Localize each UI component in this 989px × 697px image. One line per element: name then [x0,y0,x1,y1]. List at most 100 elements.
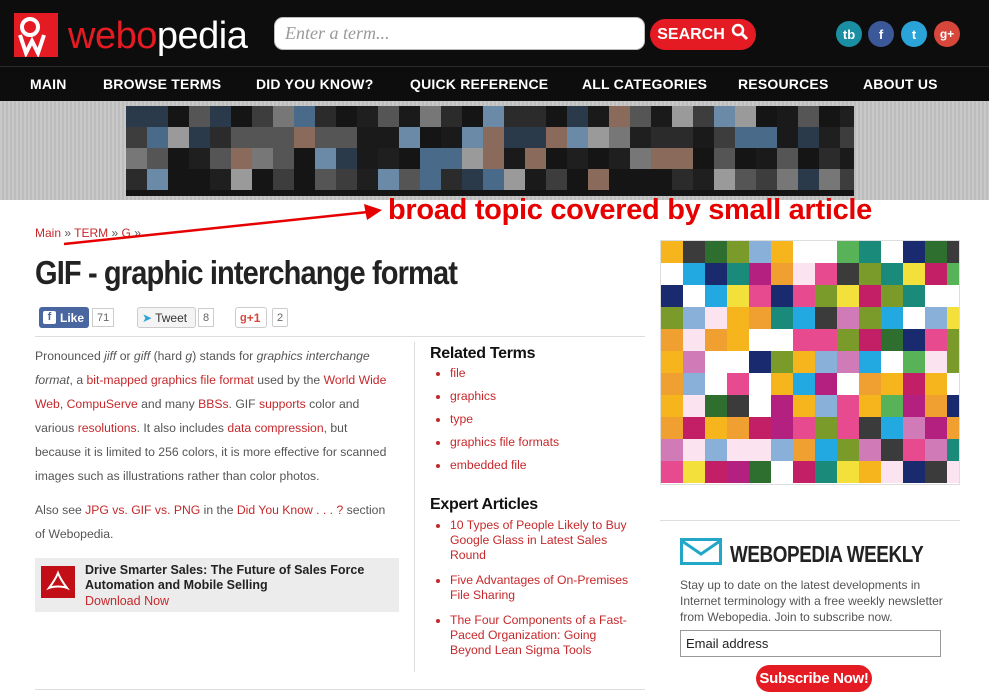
twitter-icon[interactable]: t [901,21,927,47]
ad-pixel [837,439,859,461]
ad-pixel [815,373,837,395]
ad-pixel [793,241,815,263]
main-nav: MAIN BROWSE TERMS DID YOU KNOW? QUICK RE… [0,66,989,101]
gplus-count: 2 [272,308,289,327]
ad-pixel [168,127,189,148]
ad-pixel [420,106,441,127]
link-bitmapped-graphics[interactable]: bit-mapped graphics file format [86,373,253,387]
link-bbss[interactable]: BBSs [198,397,228,411]
link-jpg-vs-gif-vs-png[interactable]: JPG vs. GIF vs. PNG [85,503,200,517]
ad-pixel [749,373,771,395]
nav-item-all-categories[interactable]: ALL CATEGORIES [582,76,707,92]
ad-pixel [881,439,903,461]
nav-item-quick-reference[interactable]: QUICK REFERENCE [410,76,548,92]
nav-item-main[interactable]: MAIN [30,76,67,92]
facebook-like-button[interactable]: f Like [39,307,89,328]
facebook-icon[interactable]: f [868,21,894,47]
ad-pixel [771,351,793,373]
nav-item-about-us[interactable]: ABOUT US [863,76,938,92]
related-term-item[interactable]: file [436,366,559,389]
page-title: GIF - graphic interchange format [35,254,458,291]
nav-item-did-you-know[interactable]: DID YOU KNOW? [256,76,373,92]
envelope-icon [680,538,722,570]
article-body: Pronounced jiff or giff (hard g) stands … [35,344,395,488]
ad-pixel [252,127,273,148]
logo-wordmark[interactable]: webopedia [68,14,248,58]
ad-pixel [399,148,420,169]
link-compuserve[interactable]: CompuServe [67,397,138,411]
ad-pixel [661,461,683,483]
search-input[interactable] [274,17,645,50]
ad-pixel [798,148,819,169]
nav-item-resources[interactable]: RESOURCES [738,76,828,92]
ad-pixel [947,241,959,263]
link-data-compression[interactable]: data compression [227,421,323,435]
ad-banner[interactable] [126,106,854,196]
text: ) stands for [192,349,257,363]
ad-pixel [771,329,793,351]
techbytes-icon[interactable]: tb [836,21,862,47]
ad-pixel [793,373,815,395]
ad-pixel [727,461,749,483]
breadcrumb-main[interactable]: Main [35,226,61,240]
download-now-link[interactable]: Download Now [85,594,169,608]
ad-pixel [147,106,168,127]
email-field[interactable] [680,630,941,657]
related-term-item[interactable]: type [436,412,559,435]
expert-article-item[interactable]: 10 Types of People Likely to Buy Google … [436,518,636,563]
text: , a [69,373,87,387]
subscribe-button[interactable]: Subscribe Now! [756,665,872,692]
webopedia-logo-icon[interactable] [14,13,58,59]
ad-pixel [815,395,837,417]
sidebar-ad[interactable] [660,240,960,485]
ad-pixel [189,169,210,190]
promo-title[interactable]: Drive Smarter Sales: The Future of Sales… [85,563,385,593]
google-plus-one-button[interactable]: g +1 [235,307,267,328]
nav-item-browse-terms[interactable]: BROWSE TERMS [103,76,221,92]
search-button[interactable]: SEARCH [650,19,756,50]
ad-pixel [771,395,793,417]
text: jiff [104,349,117,363]
link-did-you-know[interactable]: Did You Know . . . ? [237,503,343,517]
ad-pixel [881,373,903,395]
ad-pixel [168,169,189,190]
text: Pronounced [35,349,105,363]
ad-pixel [693,127,714,148]
link-supports[interactable]: supports [259,397,306,411]
ad-pixel [727,263,749,285]
ad-pixel [837,373,859,395]
ad-pixel [815,241,837,263]
ad-pixel [683,373,705,395]
google-plus-icon[interactable]: g+ [934,21,960,47]
ad-pixel [727,439,749,461]
expert-article-item[interactable]: The Four Components of a Fast-Paced Orga… [436,613,636,658]
related-term-item[interactable]: graphics file formats [436,435,559,458]
ad-pixel [881,263,903,285]
ad-pixel [771,373,793,395]
ad-pixel [462,169,483,190]
text: used by the [253,373,324,387]
ad-pixel [399,127,420,148]
expert-article-item[interactable]: Five Advantages of On-Premises File Shar… [436,573,636,603]
ad-pixel [252,169,273,190]
tweet-button[interactable]: ➤ Tweet [137,307,196,328]
related-term-item[interactable]: graphics [436,389,559,412]
text: Also see [35,503,86,517]
ad-pixel [441,148,462,169]
text: giff [133,349,151,363]
related-term-item[interactable]: embedded file [436,458,559,481]
ad-pixel [210,169,231,190]
link-resolutions[interactable]: resolutions [78,421,137,435]
ad-pixel [771,461,793,483]
gplus-g-icon: g [240,311,247,324]
ad-pixel [771,307,793,329]
ad-pixel [661,307,683,329]
ad-pixel [504,169,525,190]
ad-pixel [683,395,705,417]
ad-pixel [881,329,903,351]
ad-pixel [735,169,756,190]
ad-pixel [567,127,588,148]
ad-pixel [273,127,294,148]
ad-pixel [749,263,771,285]
ad-pixel [793,285,815,307]
